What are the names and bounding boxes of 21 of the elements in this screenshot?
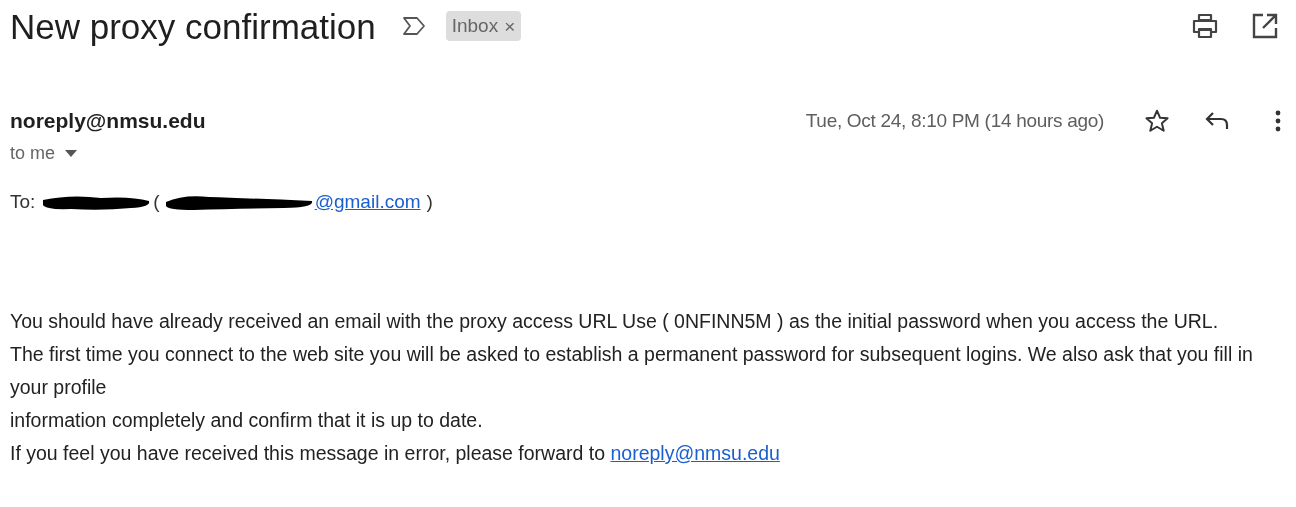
label-text: Inbox — [451, 13, 499, 38]
email-date: Tue, Oct 24, 8:10 PM (14 hours ago) — [805, 108, 1104, 133]
important-marker-icon[interactable] — [401, 16, 426, 36]
email-link[interactable]: noreply@nmsu.edu — [610, 442, 780, 464]
body-paragraph: information completely and confirm that it is up to date. — [10, 408, 484, 433]
recipient-dropdown[interactable]: to me — [10, 139, 78, 167]
body-paragraph: You should have already received an email with the proxy access URL Use ( 0NFINN5M ) as the initial password when you access the URL. — [10, 309, 1220, 334]
print-icon[interactable] — [1190, 13, 1220, 39]
caret-icon — [65, 149, 78, 157]
remove-label-button[interactable]: × — [504, 16, 516, 36]
email-subject: New proxy confirmation — [10, 8, 376, 44]
open-in-new-window-icon[interactable] — [1252, 13, 1278, 39]
to-label: To: — [10, 189, 36, 214]
close-parenthesis: ) — [426, 189, 433, 214]
reply-icon[interactable] — [1204, 110, 1230, 132]
recipient-email-link[interactable]: @gmail.com — [314, 187, 421, 217]
body-paragraph: If you feel you have received this message in error, please forward to noreply@nmsu.edu — [10, 441, 781, 466]
more-options-icon[interactable] — [1274, 110, 1282, 132]
sender-email: noreply@nmsu.edu — [10, 108, 206, 135]
star-icon[interactable] — [1144, 108, 1170, 134]
open-parenthesis: ( — [153, 189, 160, 214]
